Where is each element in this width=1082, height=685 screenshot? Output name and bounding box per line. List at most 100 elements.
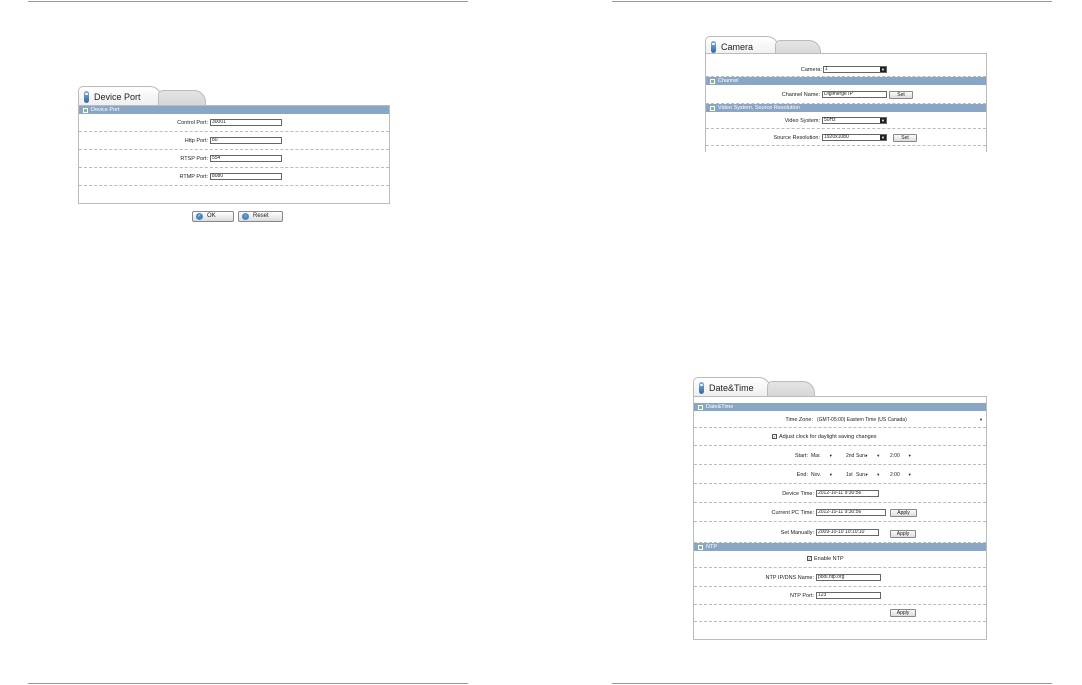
section-icon: [698, 544, 703, 550]
caret-down-icon: ▼: [979, 417, 983, 422]
video-system-value: 50Hz: [824, 117, 836, 123]
tab-marker-icon: [711, 41, 716, 53]
set-manually-label: Set Manually:: [780, 530, 814, 536]
ntp-port-label: NTP Port:: [789, 593, 814, 599]
tab-marker-icon: [699, 382, 704, 394]
ntp-section-header: NTP: [694, 543, 986, 551]
end-hour-select[interactable]: 2:00 ▼: [890, 472, 912, 478]
video-system-select[interactable]: 50Hz ▼: [822, 117, 887, 124]
source-resolution-row: Source Resolution: 1920x1080 ▼ Set: [706, 129, 986, 146]
bottom-rule-left: [28, 683, 468, 684]
dst-checkbox[interactable]: ✓ Adjust clock for daylight saving change…: [772, 434, 877, 440]
device-time-field: 2012-10-11 9:30:56: [816, 490, 879, 497]
control-port-input[interactable]: 30001: [210, 119, 282, 126]
camera-select[interactable]: 1 ▼: [823, 66, 887, 73]
apply-manual-button[interactable]: Apply: [890, 530, 916, 538]
ntp-apply-row: Apply: [694, 605, 986, 622]
dropdown-arrow-icon: ▼: [880, 135, 886, 140]
tab-blank[interactable]: [767, 381, 815, 397]
tab-date-time[interactable]: Date&Time: [693, 377, 771, 397]
end-hour-value: 2:00: [890, 472, 900, 478]
ok-label: OK: [207, 213, 216, 219]
source-resolution-label: Source Resolution:: [773, 135, 820, 141]
enable-ntp-checkbox[interactable]: ✓ Enable NTP: [807, 556, 844, 562]
reset-label: Reset: [253, 213, 269, 219]
section-header: Device Port: [79, 106, 389, 114]
ntp-name-input[interactable]: pool.ntp.org: [816, 574, 881, 581]
start-weekday-value: Sun.: [856, 453, 867, 459]
device-port-body: Device Port Control Port: 30001 Http Por…: [78, 105, 390, 204]
ok-button[interactable]: ✓ OK: [192, 211, 234, 222]
enable-ntp-label: Enable NTP: [814, 556, 844, 562]
http-port-row: Http Port: 80: [79, 132, 389, 150]
start-hour-select[interactable]: 2:00 ▼: [890, 453, 912, 459]
dst-row: ✓ Adjust clock for daylight saving change…: [694, 428, 986, 446]
start-month-select[interactable]: Mar. ▼: [811, 453, 833, 459]
caret-down-icon: ▼: [876, 453, 881, 458]
start-label: Start:: [794, 453, 808, 459]
channel-set-button[interactable]: Set: [889, 91, 913, 99]
dropdown-arrow-icon: ▼: [880, 67, 886, 72]
start-month-value: Mar.: [811, 453, 821, 459]
dst-label: Adjust clock for daylight saving changes: [779, 434, 877, 440]
start-weekday-select[interactable]: Sun. ▼: [856, 453, 880, 459]
http-port-label: Http Port:: [184, 138, 208, 144]
apply-ntp-button[interactable]: Apply: [890, 609, 916, 617]
http-port-input[interactable]: 80: [210, 137, 282, 144]
apply-pc-time-button[interactable]: Apply: [890, 509, 917, 517]
current-pc-time-row: Current PC Time: 2012-10-11 9:30:56 Appl…: [694, 503, 986, 522]
channel-name-label: Channel Name:: [781, 92, 820, 98]
tab-title: Device Port: [94, 92, 141, 102]
resolution-set-button[interactable]: Set: [893, 134, 917, 142]
channel-name-row: Channel Name: Digimerge IP Set: [706, 85, 986, 104]
section-icon: [698, 404, 703, 410]
end-weekday-value: Sun.: [856, 472, 867, 478]
caret-down-icon: ▼: [907, 453, 912, 458]
checkmark-icon: ✓: [772, 434, 777, 440]
end-weekday-select[interactable]: Sun. ▼: [856, 472, 880, 478]
check-icon: ✓: [196, 213, 203, 220]
rtsp-port-input[interactable]: 554: [210, 155, 282, 162]
start-row: Start: Mar. ▼ 2nd ▼ Sun. ▼ 2:00 ▼: [694, 446, 986, 465]
reset-button[interactable]: ○ Reset: [238, 211, 283, 222]
ntp-port-input[interactable]: 123: [816, 592, 881, 599]
control-port-row: Control Port: 30001: [79, 114, 389, 132]
caret-down-icon: ▼: [828, 453, 833, 458]
camera-select-value: 1: [825, 66, 828, 72]
datetime-section-header: Date&Time: [694, 403, 986, 411]
device-time-row: Device Time: 2012-10-11 9:30:56: [694, 484, 986, 503]
tab-marker-icon: [84, 91, 89, 103]
set-manually-input[interactable]: 2009-10-10 10:10:10: [816, 529, 879, 536]
caret-down-icon: ▼: [828, 472, 833, 477]
section-title: Video System, Source Resolution: [718, 105, 800, 111]
datetime-tabs: Date&Time: [693, 377, 987, 397]
dropdown-arrow-icon: ▼: [880, 118, 886, 123]
datetime-panel: Date&Time Date&Time Time Zone: (GMT-05:0…: [693, 377, 987, 640]
ntp-port-row: NTP Port: 123: [694, 587, 986, 605]
bottom-rule-right: [612, 683, 1052, 684]
current-pc-time-field: 2012-10-11 9:30:56: [816, 509, 886, 516]
source-resolution-select[interactable]: 1920x1080 ▼: [822, 134, 887, 141]
section-title: Device Port: [91, 107, 120, 113]
tab-device-port[interactable]: Device Port: [78, 86, 162, 106]
top-rule-left: [28, 1, 468, 2]
rtmp-port-label: RTMP Port:: [179, 174, 208, 180]
section-title: NTP: [706, 544, 717, 550]
tab-title: Camera: [721, 42, 754, 52]
device-time-label: Device Time:: [782, 491, 814, 497]
ntp-name-row: NTP IP/DNS Name: pool.ntp.org: [694, 568, 986, 587]
start-hour-value: 2:00: [890, 453, 900, 459]
channel-name-input[interactable]: Digimerge IP: [822, 91, 887, 98]
time-zone-row: Time Zone: (GMT-05:00) Eastern Time (US …: [694, 411, 986, 428]
rtsp-port-label: RTSP Port:: [180, 156, 208, 162]
section-icon: [83, 107, 88, 113]
end-month-select[interactable]: Nov. ▼: [811, 472, 833, 478]
section-title: Date&Time: [706, 404, 734, 410]
video-system-row: Video System: 50Hz ▼: [706, 112, 986, 129]
tab-blank[interactable]: [158, 90, 206, 106]
caret-down-icon: ▼: [907, 472, 912, 477]
rtmp-port-input[interactable]: 8080: [210, 173, 282, 180]
time-zone-value: (GMT-05:00) Eastern Time (US Canada): [817, 417, 907, 423]
datetime-body: Date&Time Time Zone: (GMT-05:00) Eastern…: [693, 396, 987, 640]
time-zone-select[interactable]: (GMT-05:00) Eastern Time (US Canada) ▼: [817, 417, 983, 423]
